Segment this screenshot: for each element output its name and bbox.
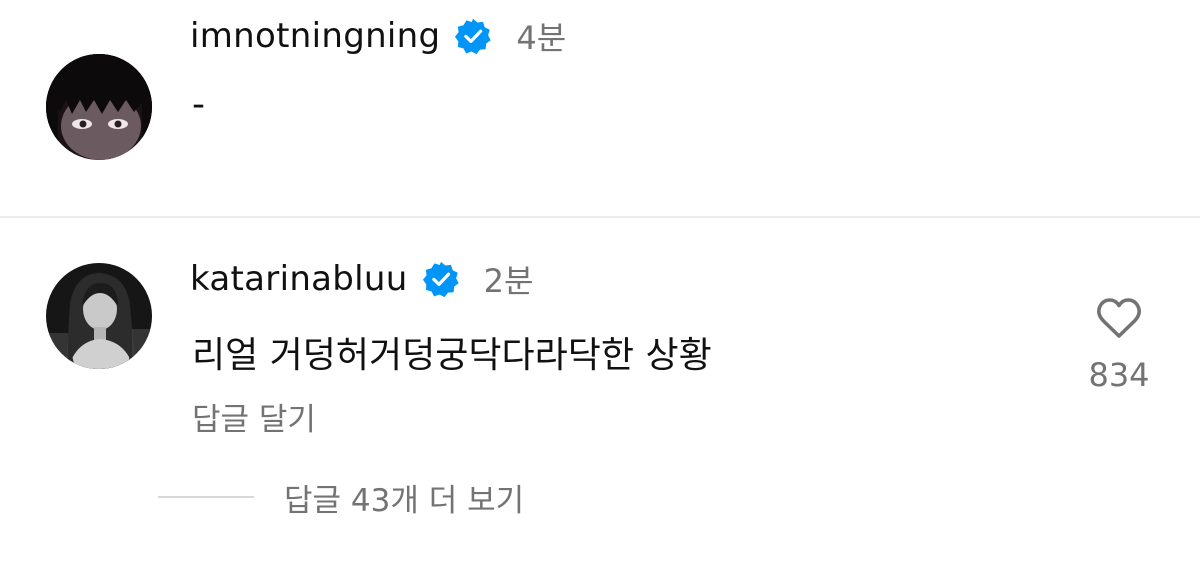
avatar-image — [46, 54, 152, 160]
comment-text: 리얼 거덩허거덩궁닥다라닥한 상황 — [192, 335, 712, 376]
username[interactable]: imnotningning — [190, 16, 440, 56]
username[interactable]: katarinabluu — [190, 259, 408, 299]
timestamp: 4분 — [516, 19, 567, 57]
heart-outline-icon[interactable] — [1095, 296, 1143, 340]
verified-badge-icon — [422, 260, 460, 298]
reply-button[interactable]: 답글 달기 — [192, 394, 316, 439]
timestamp: 2분 — [483, 262, 534, 300]
verified-badge-icon — [454, 17, 492, 55]
avatar[interactable] — [46, 54, 152, 160]
comment-header: imnotningning 4분 — [190, 16, 567, 57]
comment-header: katarinabluu 2분 — [190, 259, 534, 300]
like-control: 834 — [1084, 296, 1154, 394]
view-replies-button[interactable]: 답글 43개 더 보기 — [158, 476, 525, 519]
view-replies-label: 답글 43개 더 보기 — [284, 482, 525, 519]
view-replies-line — [158, 496, 254, 498]
avatar-image — [46, 263, 152, 369]
like-count: 834 — [1088, 356, 1150, 394]
comment-item: imnotningning 4분 - — [0, 0, 1200, 216]
comment-text: - — [192, 84, 205, 125]
avatar[interactable] — [46, 263, 152, 369]
comment-item: katarinabluu 2분 리얼 거덩허거덩궁닥다라닥한 상황 답글 달기 … — [0, 218, 1200, 574]
